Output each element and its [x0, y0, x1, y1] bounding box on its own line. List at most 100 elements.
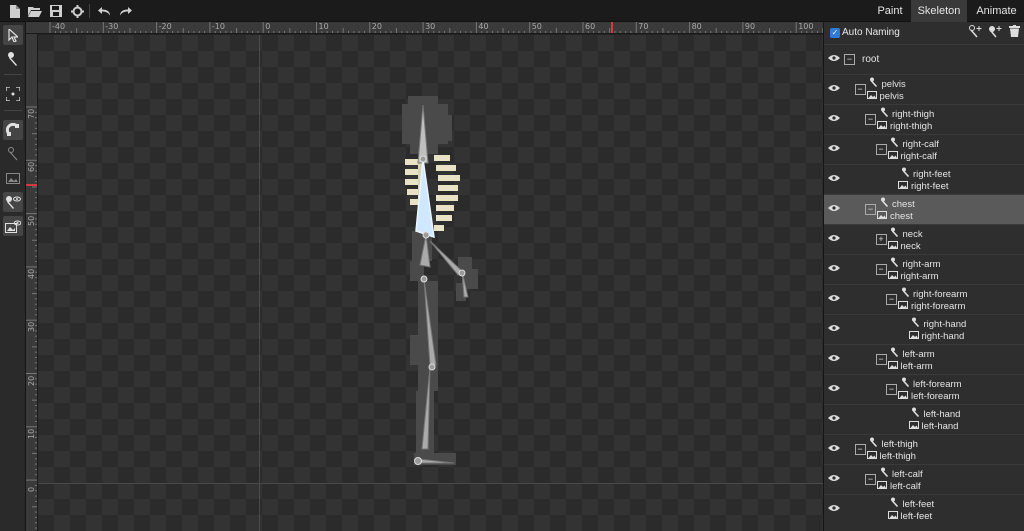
bone-joint[interactable] — [419, 155, 427, 163]
new-file-icon[interactable] — [6, 3, 22, 19]
auto-naming-checkbox[interactable]: ✓ — [830, 28, 840, 38]
tree-row-right-thigh[interactable]: − right-thigh right-thigh — [824, 104, 1024, 134]
eye-icon[interactable] — [828, 114, 840, 126]
image-name-line: left-feet — [887, 510, 932, 523]
collapse-toggle[interactable]: − — [854, 444, 866, 455]
image-name-line: pelvis — [866, 90, 904, 103]
image-icon — [898, 390, 908, 403]
eye-icon[interactable] — [828, 204, 840, 216]
eye-icon[interactable] — [828, 444, 840, 456]
collapse-toggle[interactable]: − — [886, 294, 897, 305]
tree-row-neck[interactable]: + neck neck — [824, 224, 1024, 254]
bone-name: right-forearm — [913, 289, 968, 300]
collapse-toggle[interactable]: − — [865, 114, 876, 125]
eye-icon[interactable] — [828, 264, 840, 276]
bone-joint[interactable] — [414, 457, 422, 465]
eye-icon[interactable] — [828, 144, 840, 156]
image-name: right-arm — [900, 271, 939, 282]
tree-row-left-calf[interactable]: − left-calf left-calf — [824, 464, 1024, 494]
bone-outline-icon[interactable] — [3, 144, 23, 164]
eye-icon[interactable] — [828, 234, 840, 246]
bone-name-line: right-arm — [890, 257, 941, 270]
image-visibility-icon[interactable] — [3, 216, 23, 236]
bone-icon — [900, 377, 910, 391]
tab-skeleton[interactable]: Skeleton — [911, 0, 967, 22]
panel-header: ✓ Auto Naming — [824, 22, 1024, 44]
tree-row-pelvis[interactable]: − pelvis pelvis — [824, 74, 1024, 104]
eye-icon[interactable] — [828, 474, 840, 486]
image-name: left-thigh — [879, 451, 916, 462]
add-bone-icon[interactable] — [967, 25, 983, 41]
add-image-icon[interactable] — [987, 25, 1003, 41]
save-icon[interactable] — [48, 3, 64, 19]
select-arrow-icon[interactable] — [3, 25, 23, 45]
collapse-toggle[interactable]: − — [875, 264, 887, 275]
tab-paint[interactable]: Paint — [870, 0, 910, 22]
collapse-toggle[interactable]: − — [875, 354, 887, 365]
toolbar-divider — [89, 4, 90, 18]
tree-row-left-hand[interactable]: left-hand left-hand — [824, 404, 1024, 434]
trash-icon[interactable] — [1006, 25, 1022, 41]
eye-icon[interactable] — [828, 354, 840, 366]
bone-name-line: right-feet — [900, 167, 951, 180]
eye-icon[interactable] — [828, 294, 840, 306]
ruler-tick-label: 60 — [27, 162, 36, 173]
ruler-tick-label: 50 — [531, 22, 542, 31]
tree-row-root[interactable]: − root — [824, 44, 1024, 74]
ruler-tick-label: 90 — [744, 22, 756, 31]
collapse-toggle[interactable]: − — [865, 204, 876, 215]
bone-name-line: left-calf — [879, 467, 923, 480]
bone-name-line: chest — [879, 197, 915, 210]
bone-name: left-forearm — [913, 379, 962, 390]
image-icon[interactable] — [3, 168, 23, 188]
bone-joint[interactable] — [458, 269, 466, 277]
tree-row-right-hand[interactable]: right-hand right-hand — [824, 314, 1024, 344]
expand-toggle[interactable]: + — [875, 234, 887, 245]
eye-icon[interactable] — [828, 324, 840, 336]
auto-naming-label: Auto Naming — [842, 27, 900, 38]
bone-joint[interactable] — [420, 275, 428, 283]
eye-icon[interactable] — [828, 54, 840, 66]
eye-icon[interactable] — [828, 504, 840, 516]
eye-icon[interactable] — [828, 414, 840, 426]
collapse-toggle[interactable]: − — [865, 474, 876, 485]
tree-row-right-arm[interactable]: − right-arm right-arm — [824, 254, 1024, 284]
open-folder-icon[interactable] — [27, 3, 43, 19]
eye-icon[interactable] — [828, 384, 840, 396]
tab-animate[interactable]: Animate — [969, 0, 1024, 22]
tree-row-left-thigh[interactable]: − left-thigh left-thigh — [824, 434, 1024, 464]
bone-visibility-icon[interactable] — [3, 192, 23, 212]
bone-joint[interactable] — [422, 231, 430, 239]
undo-icon[interactable] — [96, 3, 112, 19]
image-icon — [866, 450, 877, 463]
eye-icon[interactable] — [828, 174, 840, 186]
ruler-tick-label: 10 — [318, 22, 329, 31]
image-icon — [908, 420, 919, 433]
image-icon — [877, 120, 887, 133]
collapse-toggle[interactable]: − — [886, 384, 897, 395]
bone-joint[interactable] — [428, 363, 436, 371]
image-name: neck — [900, 241, 921, 252]
eye-icon[interactable] — [828, 84, 840, 96]
center-frame-icon[interactable] — [3, 84, 23, 104]
tree-row-right-forearm[interactable]: − right-forearm right-forearm — [824, 284, 1024, 314]
collapse-toggle[interactable]: − — [844, 54, 855, 65]
skull-sprite — [402, 96, 452, 154]
tree-row-right-calf[interactable]: − right-calf right-calf — [824, 134, 1024, 164]
ruler-tick-label: 30 — [27, 322, 36, 333]
ruler-tick-label: -40 — [52, 22, 66, 31]
magnet-icon[interactable] — [3, 120, 23, 140]
tree-row-left-forearm[interactable]: − left-forearm left-forearm — [824, 374, 1024, 404]
settings-gear-icon[interactable] — [69, 3, 85, 19]
redo-icon[interactable] — [117, 3, 133, 19]
skeleton-canvas[interactable] — [38, 35, 823, 531]
bone-hierarchy-panel: ✓ Auto Naming − root − pelvis pelvis − right… — [823, 22, 1024, 531]
tree-row-left-arm[interactable]: − left-arm left-arm — [824, 344, 1024, 374]
tree-row-left-feet[interactable]: left-feet left-feet — [824, 494, 1024, 524]
bone-name-line: right-thigh — [879, 107, 934, 120]
tree-row-chest[interactable]: − chest chest — [824, 194, 1024, 224]
collapse-toggle[interactable]: − — [875, 144, 887, 155]
collapse-toggle[interactable]: − — [854, 84, 866, 95]
tree-row-right-feet[interactable]: right-feet right-feet — [824, 164, 1024, 194]
bone-tool-icon[interactable] — [3, 49, 23, 69]
